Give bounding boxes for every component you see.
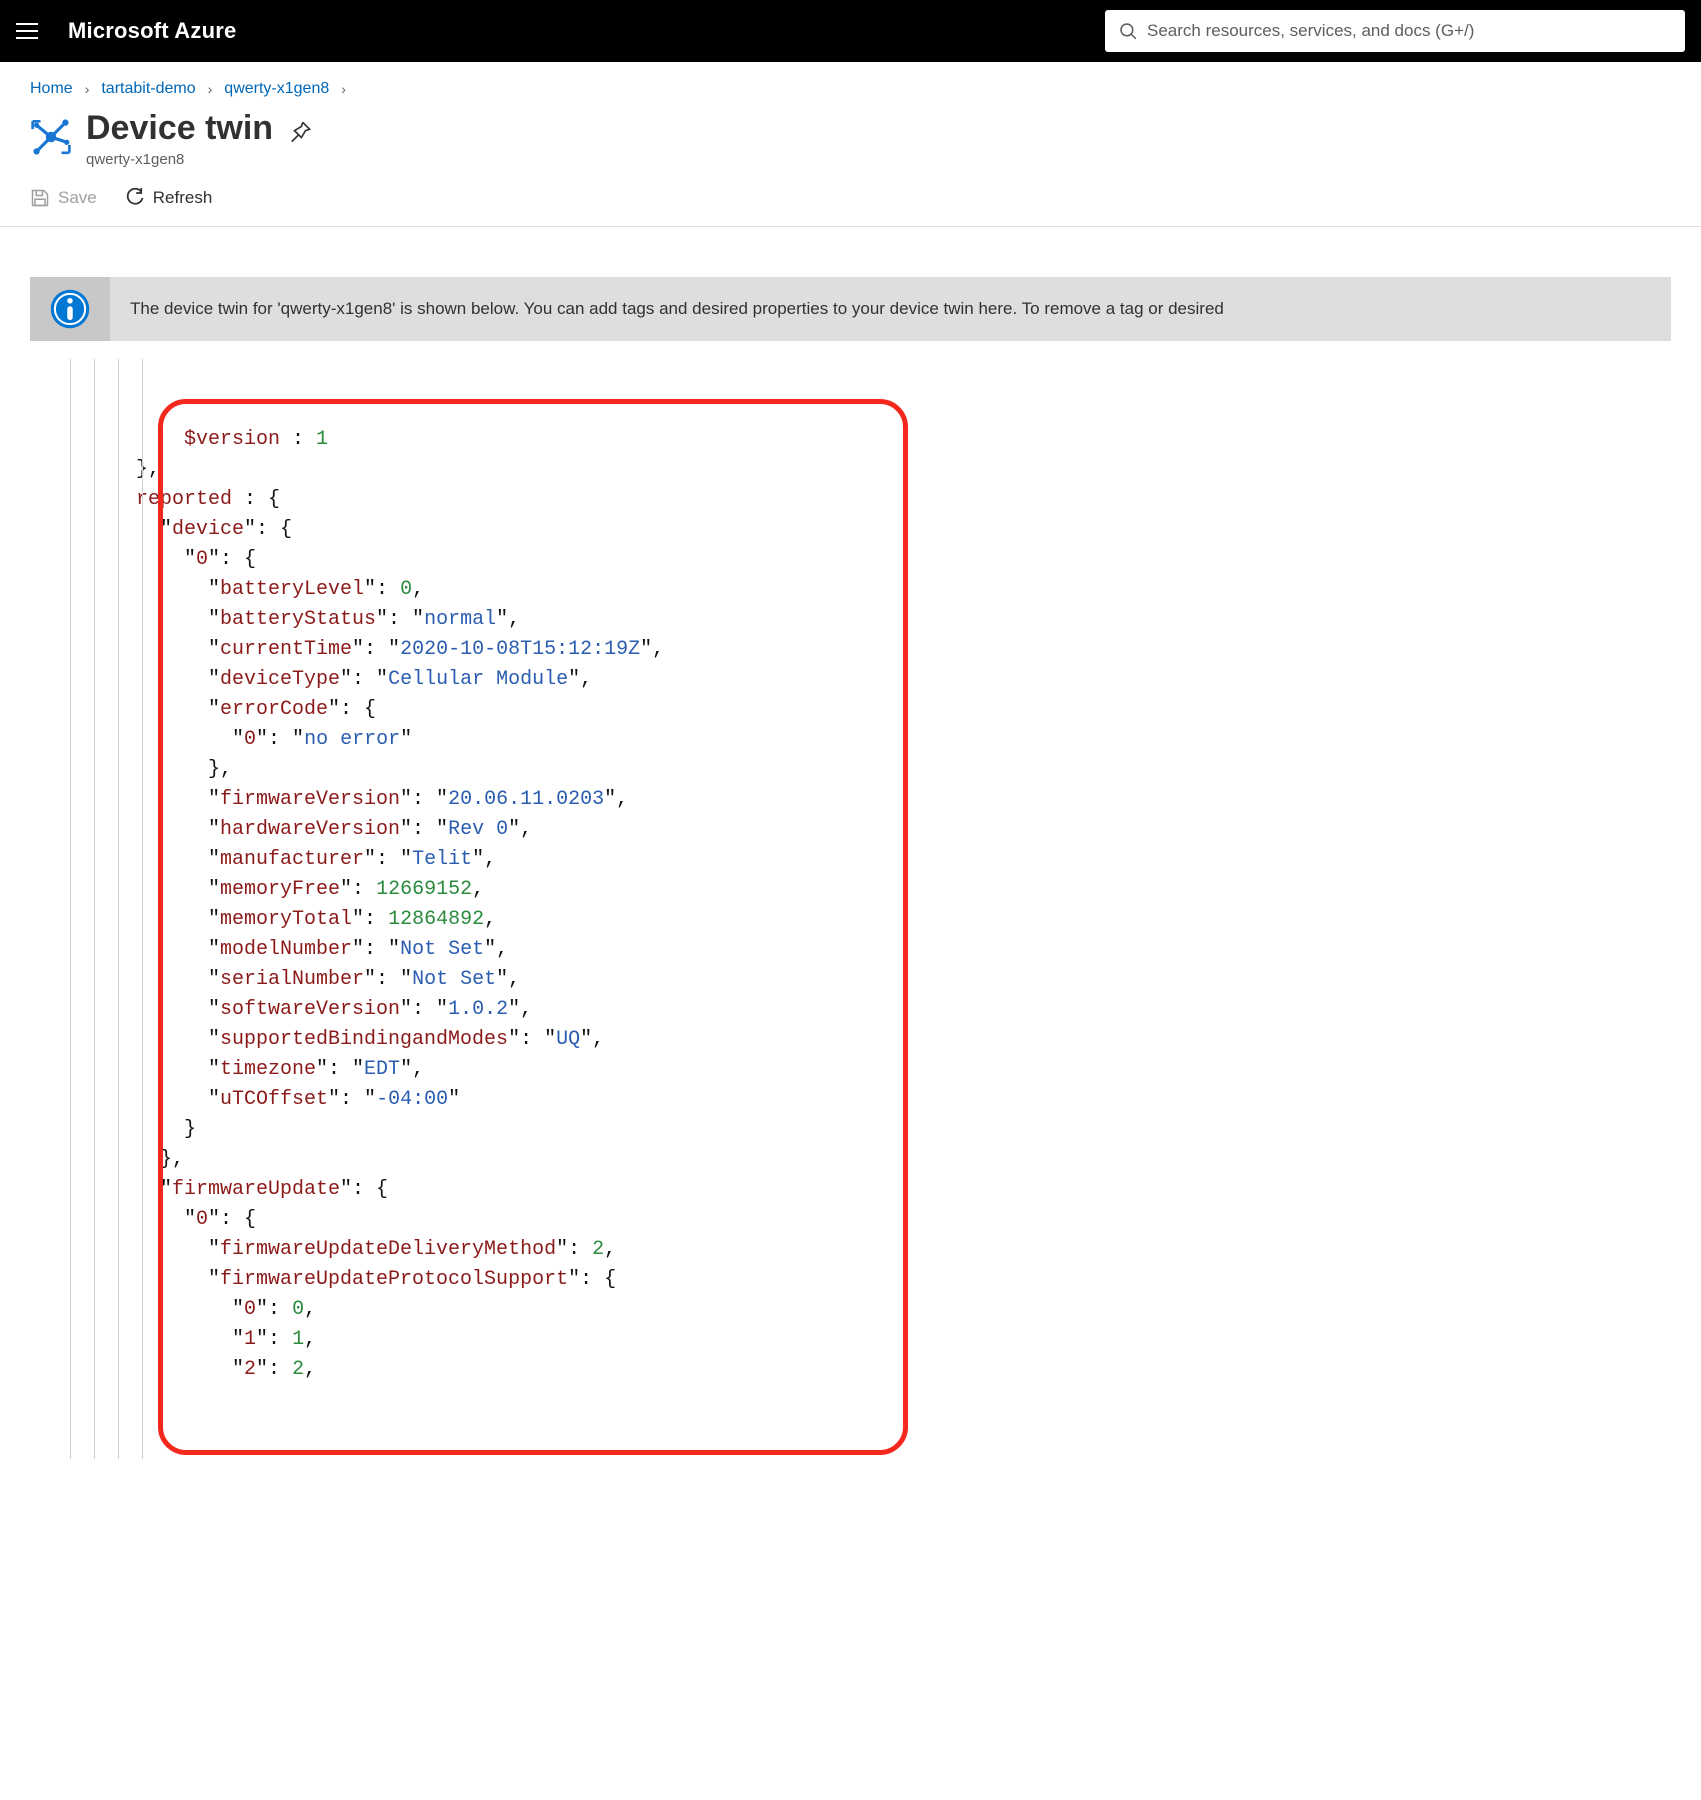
- chevron-right-icon: ›: [85, 81, 90, 97]
- info-icon: [48, 287, 92, 331]
- topbar: Microsoft Azure: [0, 0, 1701, 62]
- save-icon: [30, 188, 50, 208]
- info-text: The device twin for 'qwerty-x1gen8' is s…: [110, 277, 1244, 341]
- page-subtitle: qwerty-x1gen8: [86, 151, 311, 168]
- brand-label: Microsoft Azure: [68, 18, 236, 44]
- search-icon: [1119, 22, 1137, 40]
- hamburger-menu-icon[interactable]: [16, 17, 44, 45]
- refresh-label: Refresh: [153, 188, 213, 208]
- chevron-right-icon: ›: [341, 81, 346, 97]
- save-label: Save: [58, 188, 97, 208]
- page-title: Device twin: [86, 110, 273, 147]
- iot-hub-icon: [30, 116, 72, 158]
- breadcrumb-device[interactable]: qwerty-x1gen8: [224, 80, 329, 98]
- refresh-icon: [125, 188, 145, 208]
- json-editor[interactable]: $version : 1 }, reported : { "device": {…: [30, 359, 1671, 1459]
- refresh-button[interactable]: Refresh: [125, 188, 213, 208]
- chevron-right-icon: ›: [208, 81, 213, 97]
- breadcrumb: Home › tartabit-demo › qwerty-x1gen8 ›: [0, 62, 1701, 106]
- pin-icon: [289, 121, 311, 143]
- command-bar: Save Refresh: [0, 182, 1701, 227]
- global-search[interactable]: [1105, 10, 1685, 52]
- json-code[interactable]: $version : 1 }, reported : { "device": {…: [30, 359, 1671, 1459]
- breadcrumb-home[interactable]: Home: [30, 80, 73, 98]
- save-button[interactable]: Save: [30, 188, 97, 208]
- page-header: Device twin qwerty-x1gen8: [0, 106, 1701, 182]
- info-icon-box: [30, 277, 110, 341]
- breadcrumb-iothub[interactable]: tartabit-demo: [101, 80, 195, 98]
- pin-button[interactable]: [289, 121, 311, 146]
- search-input[interactable]: [1147, 21, 1671, 41]
- info-banner: The device twin for 'qwerty-x1gen8' is s…: [30, 277, 1671, 341]
